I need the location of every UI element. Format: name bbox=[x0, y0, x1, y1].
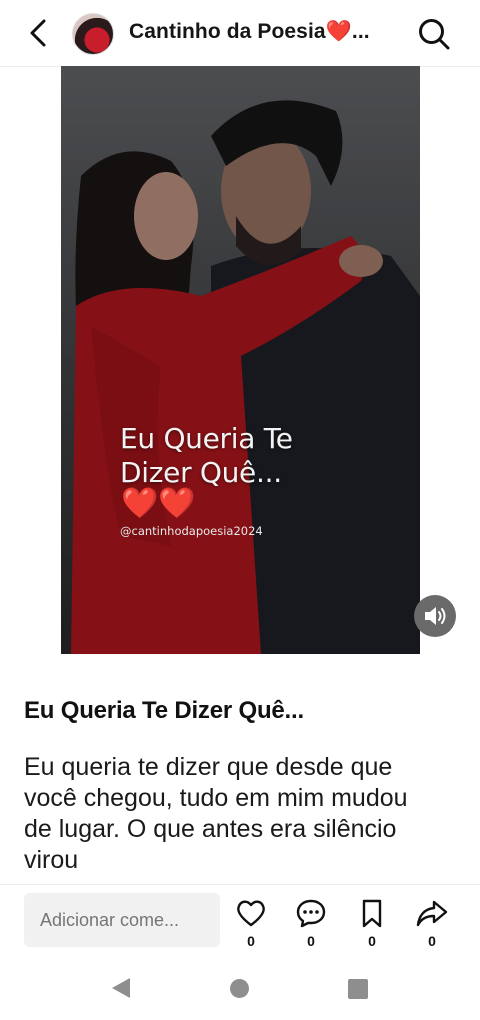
post-body[interactable]: Eu queria te dizer que desde que você ch… bbox=[24, 752, 424, 882]
channel-title[interactable]: Cantinho da Poesia❤️... bbox=[129, 20, 370, 44]
bookmark-icon bbox=[362, 899, 382, 928]
share-arrow-icon bbox=[416, 900, 448, 927]
save-count: 0 bbox=[368, 933, 376, 949]
comment-bubble-icon bbox=[296, 899, 326, 928]
video-caption-line1: Eu Queria Te bbox=[120, 422, 293, 455]
video-caption: Eu Queria Te Dizer Quê... bbox=[120, 422, 293, 490]
video-player[interactable]: Eu Queria Te Dizer Quê... ❤️❤️ @cantinho… bbox=[61, 66, 420, 654]
share-count: 0 bbox=[428, 933, 436, 949]
heart-icon bbox=[237, 900, 265, 927]
speaker-icon bbox=[425, 607, 446, 625]
post-title: Eu Queria Te Dizer Quê... bbox=[24, 697, 304, 724]
comment-count: 0 bbox=[307, 933, 315, 949]
comment-input[interactable] bbox=[24, 893, 220, 947]
search-button[interactable] bbox=[417, 17, 451, 51]
save-button[interactable]: 0 bbox=[352, 897, 392, 949]
top-app-bar: Cantinho da Poesia❤️... bbox=[0, 0, 480, 67]
search-icon bbox=[419, 19, 450, 50]
couple-photo bbox=[61, 66, 420, 654]
nav-recents-icon[interactable] bbox=[348, 979, 368, 999]
mute-toggle-button[interactable] bbox=[414, 595, 456, 637]
channel-avatar[interactable] bbox=[72, 13, 114, 55]
hearts-emoji: ❤️❤️ bbox=[121, 487, 196, 520]
system-navigation-bar bbox=[0, 964, 480, 1020]
video-caption-line2: Dizer Quê... bbox=[120, 456, 282, 489]
video-watermark-handle: @cantinhodapoesia2024 bbox=[120, 524, 263, 538]
nav-back-icon[interactable] bbox=[110, 976, 132, 1000]
share-button[interactable]: 0 bbox=[412, 897, 452, 949]
comment-button[interactable]: 0 bbox=[291, 897, 331, 949]
like-count: 0 bbox=[247, 933, 255, 949]
back-button[interactable] bbox=[24, 17, 54, 49]
chevron-left-icon bbox=[30, 19, 46, 47]
bottom-action-bar: 0 0 0 0 bbox=[0, 884, 480, 965]
like-button[interactable]: 0 bbox=[231, 897, 271, 949]
nav-home-icon[interactable] bbox=[230, 979, 249, 998]
